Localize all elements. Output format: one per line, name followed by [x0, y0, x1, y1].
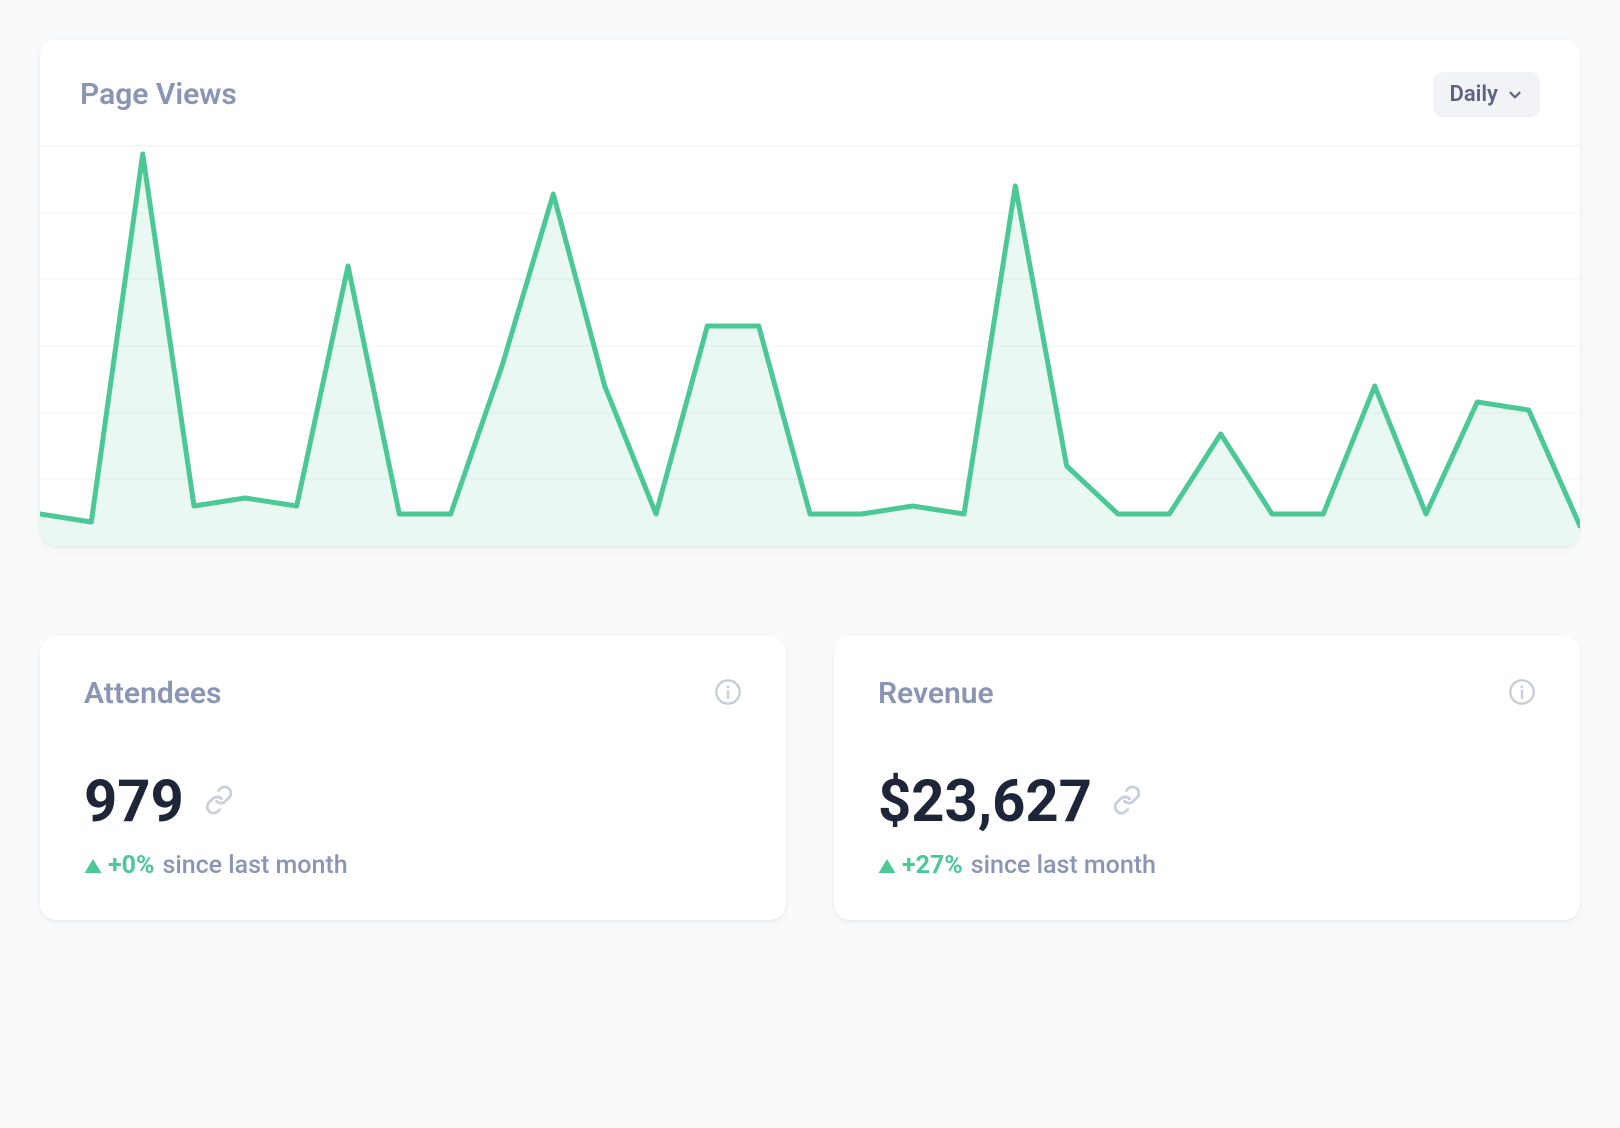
link-icon[interactable] [204, 785, 234, 819]
chart-plot-area [40, 146, 1580, 546]
attendees-card: Attendees 979 +0% since last month [40, 636, 786, 920]
stats-row: Attendees 979 +0% since last month Reven… [40, 636, 1580, 920]
period-selected-label: Daily [1449, 82, 1498, 107]
revenue-change: +27% since last month [878, 851, 1536, 880]
attendees-value: 979 [84, 773, 184, 831]
revenue-value: $23,627 [878, 773, 1092, 831]
info-icon[interactable] [1508, 678, 1536, 710]
period-selector[interactable]: Daily [1433, 72, 1540, 117]
chart-title: Page Views [80, 77, 237, 112]
attendees-change: +0% since last month [84, 851, 742, 880]
revenue-card: Revenue $23,627 +27% since last month [834, 636, 1580, 920]
chevron-down-icon [1506, 86, 1524, 104]
attendees-change-percent: +0% [108, 851, 154, 880]
revenue-change-period: since last month [971, 851, 1156, 880]
attendees-change-period: since last month [162, 851, 347, 880]
link-icon[interactable] [1112, 785, 1142, 819]
trend-up-icon [84, 851, 102, 880]
chart-header: Page Views Daily [40, 40, 1580, 146]
revenue-change-percent: +27% [902, 851, 963, 880]
revenue-label: Revenue [878, 676, 994, 711]
attendees-label: Attendees [84, 676, 221, 711]
info-icon[interactable] [714, 678, 742, 710]
trend-up-icon [878, 851, 896, 880]
page-views-card: Page Views Daily [40, 40, 1580, 546]
